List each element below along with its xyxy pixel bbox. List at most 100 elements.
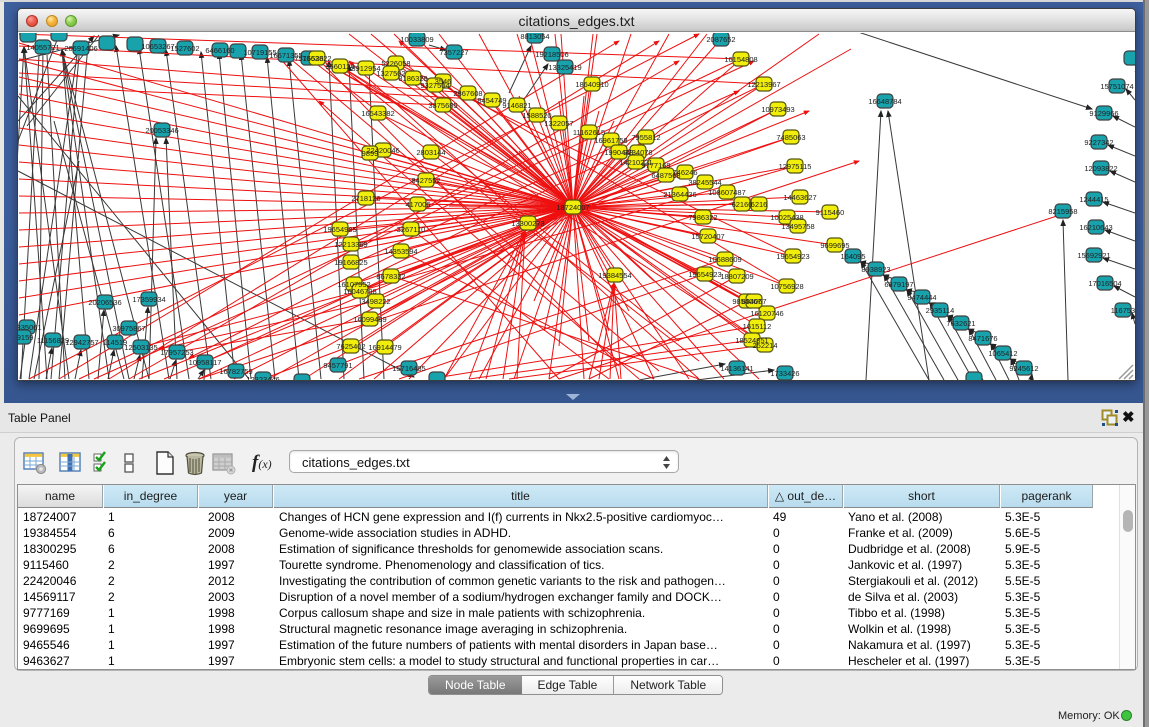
svg-text:16648784: 16648784	[868, 97, 901, 106]
svg-text:2718126: 2718126	[351, 194, 380, 203]
svg-text:12942757: 12942757	[65, 338, 98, 347]
svg-text:7625402: 7625402	[336, 342, 365, 351]
svg-text:19654923: 19654923	[688, 270, 721, 279]
svg-text:7632621: 7632621	[946, 319, 975, 328]
svg-text:7485063: 7485063	[776, 133, 805, 142]
svg-text:18724007: 18724007	[556, 203, 589, 212]
svg-text:19654923: 19654923	[776, 252, 809, 261]
svg-text:15716485: 15716485	[392, 364, 425, 373]
svg-text:13495758: 13495758	[781, 222, 814, 231]
svg-text:14463627: 14463627	[783, 193, 816, 202]
svg-text:19384554: 19384554	[598, 271, 631, 280]
svg-text:116753: 116753	[1111, 306, 1135, 315]
svg-text:16543382: 16543382	[361, 109, 394, 118]
svg-text:9899: 9899	[362, 149, 379, 158]
svg-text:1244415: 1244415	[1079, 195, 1108, 204]
svg-text:17359934: 17359934	[132, 295, 165, 304]
svg-text:16099489: 16099489	[353, 315, 386, 324]
svg-text:38245544: 38245544	[688, 178, 721, 187]
svg-text:18807209: 18807209	[720, 272, 753, 281]
svg-text:13300273: 13300273	[511, 219, 544, 228]
svg-text:6216: 6216	[751, 200, 768, 209]
svg-text:8427552: 8427552	[411, 176, 440, 185]
svg-text:16046798: 16046798	[343, 287, 376, 296]
svg-text:19654985: 19654985	[323, 225, 356, 234]
svg-text:9129966: 9129966	[1089, 109, 1118, 118]
svg-text:9474444: 9474444	[907, 293, 936, 302]
svg-text:15751074: 15751074	[1100, 82, 1133, 91]
svg-text:9660124: 9660124	[325, 62, 354, 71]
svg-text:20053346: 20053346	[145, 126, 178, 135]
svg-text:3498222: 3498222	[361, 297, 390, 306]
svg-text:18640910: 18640910	[575, 80, 608, 89]
svg-text:2335061: 2335061	[18, 323, 42, 332]
svg-text:9227342: 9227342	[1084, 138, 1113, 147]
svg-text:9777169: 9777169	[641, 161, 670, 170]
svg-text:8678332: 8678332	[376, 272, 405, 281]
svg-text:6466160: 6466160	[205, 46, 234, 55]
svg-text:12093822: 12093822	[1084, 164, 1117, 173]
svg-text:12323446: 12323446	[246, 375, 279, 380]
svg-text:21364436: 21364436	[663, 190, 696, 199]
svg-text:1322057: 1322057	[544, 119, 573, 128]
svg-text:10688609: 10688609	[708, 255, 741, 264]
svg-text:12213967: 12213967	[747, 80, 780, 89]
svg-text:16154808: 16154808	[724, 55, 757, 64]
svg-text:10958117: 10958117	[189, 358, 222, 367]
svg-text:3267110: 3267110	[397, 225, 426, 234]
svg-text:30975867: 30975867	[112, 324, 145, 333]
svg-text:12503135: 12503135	[124, 343, 157, 352]
svg-text:15720407: 15720407	[691, 232, 724, 241]
svg-text:9699695: 9699695	[820, 241, 849, 250]
svg-text:17957253: 17957253	[160, 348, 193, 357]
svg-text:746246: 746246	[672, 168, 697, 177]
svg-text:7955812: 7955812	[631, 133, 660, 142]
svg-text:2087652: 2087652	[706, 35, 735, 44]
svg-text:10973493: 10973493	[761, 105, 794, 114]
svg-text:3875685: 3875685	[428, 101, 457, 110]
svg-text:834067: 834067	[741, 297, 766, 306]
svg-text:16914479: 16914479	[368, 343, 401, 352]
svg-text:1733426: 1733426	[770, 369, 799, 378]
svg-text:17016504: 17016504	[1088, 279, 1121, 288]
svg-text:10025438: 10025438	[770, 213, 803, 222]
svg-text:10033809: 10033809	[400, 35, 433, 44]
svg-text:20691406: 20691406	[64, 44, 97, 53]
svg-text:6879197: 6879197	[884, 280, 913, 289]
svg-text:16961758: 16961758	[594, 136, 627, 145]
svg-text:8938923: 8938923	[861, 265, 890, 274]
svg-text:14055721: 14055721	[26, 43, 59, 52]
svg-text:2803144: 2803144	[416, 148, 445, 157]
svg-text:11156829: 11156829	[37, 336, 69, 345]
svg-text:2935114: 2935114	[926, 306, 955, 315]
svg-text:39159: 39159	[18, 333, 33, 342]
svg-text:417006: 417006	[405, 200, 430, 209]
svg-text:1527602: 1527602	[170, 44, 199, 53]
svg-text:164095: 164095	[840, 252, 865, 261]
svg-text:14136141: 14136141	[720, 364, 753, 373]
svg-text:9327504: 9327504	[420, 81, 449, 90]
svg-text:12213369: 12213369	[334, 240, 367, 249]
svg-text:7357227: 7357227	[439, 48, 468, 57]
svg-text:16120746: 16120746	[750, 309, 783, 318]
svg-text:8813054: 8813054	[520, 33, 549, 41]
svg-text:252214: 252214	[752, 341, 777, 350]
svg-text:14353594: 14353594	[384, 247, 417, 256]
svg-text:9245612: 9245612	[1009, 364, 1038, 373]
svg-text:1615112: 1615112	[743, 322, 772, 331]
svg-text:9115460: 9115460	[816, 208, 845, 217]
svg-text:8215958: 8215958	[1048, 207, 1077, 216]
svg-text:108607487: 108607487	[708, 188, 746, 197]
svg-text:9146821: 9146821	[502, 101, 531, 110]
svg-text:16210643: 16210643	[1079, 223, 1112, 232]
svg-text:10756928: 10756928	[770, 282, 803, 291]
svg-text:19166825: 19166825	[334, 258, 367, 267]
svg-text:5226058: 5226058	[381, 59, 410, 68]
svg-text:20206536: 20206536	[88, 298, 121, 307]
svg-text:8471676: 8471676	[968, 334, 997, 343]
svg-text:9734078: 9734078	[623, 148, 652, 157]
svg-text:13325419: 13325419	[548, 63, 581, 72]
svg-text:1065412: 1065412	[988, 349, 1017, 358]
svg-text:15692921: 15692921	[1077, 251, 1110, 260]
svg-text:62160: 62160	[732, 200, 753, 209]
